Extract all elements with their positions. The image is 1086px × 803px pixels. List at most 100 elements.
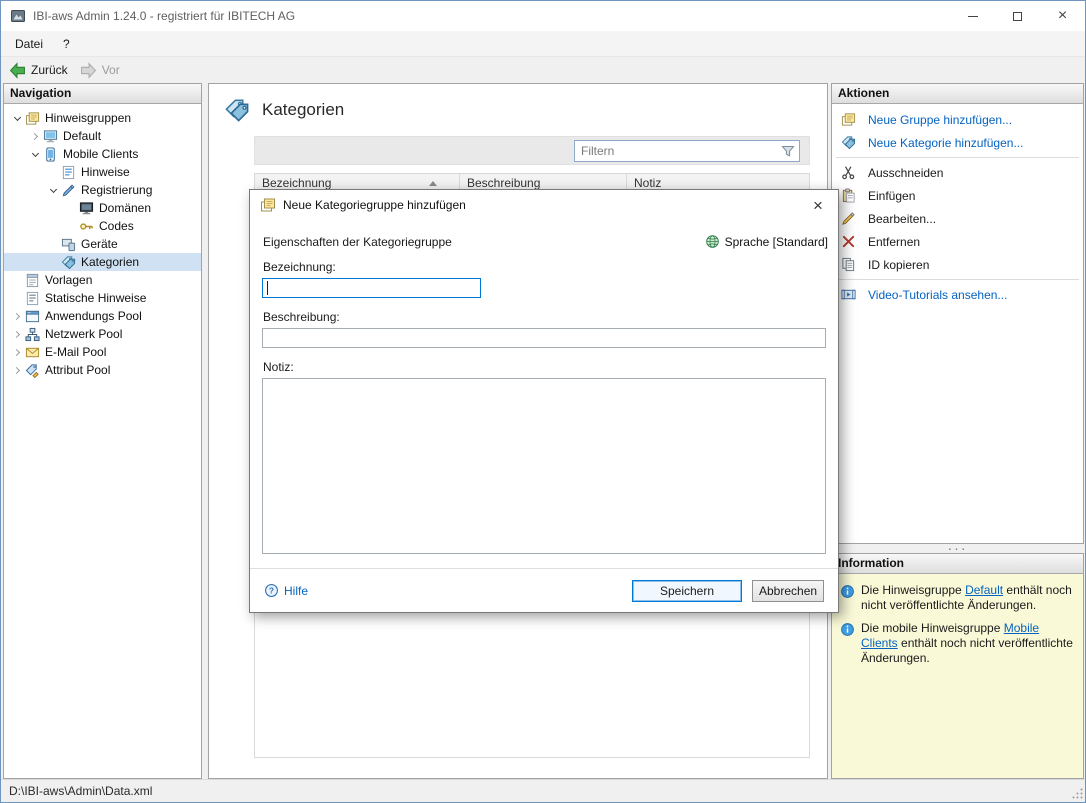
save-button[interactable]: Speichern: [632, 580, 742, 602]
info-item: Die Hinweisgruppe Default enthält noch n…: [836, 577, 1079, 615]
nav-item-label: Registrierung: [81, 183, 152, 197]
filter-input[interactable]: [575, 144, 780, 158]
bezeichnung-input[interactable]: [262, 278, 481, 298]
tree-expander[interactable]: [10, 325, 25, 343]
separator: [836, 279, 1079, 280]
nav-item-attribut-pool[interactable]: Attribut Pool: [4, 361, 201, 379]
nav-item-label: Domänen: [99, 201, 151, 215]
nav-item-default[interactable]: Default: [4, 127, 201, 145]
action-id-kopieren[interactable]: ID kopieren: [832, 253, 1083, 276]
action-label: Bearbeiten...: [868, 212, 936, 226]
information-panel-header: Information: [832, 554, 1083, 574]
language-selector[interactable]: Sprache [Standard]: [705, 234, 828, 249]
nav-item-hinweisgruppen[interactable]: Hinweisgruppen: [4, 109, 201, 127]
nav-item-mobile-clients[interactable]: Mobile Clients: [4, 145, 201, 163]
status-bar: D:\IBI-aws\Admin\Data.xml: [1, 779, 1085, 802]
pencil-icon: [841, 211, 856, 226]
nav-item-e-mail-pool[interactable]: E-Mail Pool: [4, 343, 201, 361]
nav-item-label: Mobile Clients: [63, 147, 138, 161]
nav-item-kategorien[interactable]: Kategorien: [4, 253, 201, 271]
window-title: IBI-aws Admin 1.24.0 - registriert für I…: [33, 9, 295, 23]
action-neue-gruppe-hinzufuegen[interactable]: Neue Gruppe hinzufügen...: [832, 108, 1083, 131]
nav-item-codes[interactable]: Codes: [4, 217, 201, 235]
information-list: Die Hinweisgruppe Default enthält noch n…: [832, 574, 1083, 671]
sort-ascending-icon: [429, 181, 437, 186]
video-icon: [841, 287, 856, 302]
forward-button[interactable]: Vor: [80, 62, 120, 79]
tree-expander[interactable]: [10, 361, 25, 379]
nav-item-statische-hinweise[interactable]: Statische Hinweise: [4, 289, 201, 307]
back-button[interactable]: Zurück: [9, 62, 68, 79]
tree-expander[interactable]: [28, 145, 43, 163]
nav-item-label: Attribut Pool: [45, 363, 110, 377]
globe-icon: [705, 234, 720, 249]
help-link[interactable]: ? Hilfe: [264, 583, 308, 598]
tree-expander[interactable]: [10, 343, 25, 361]
filter-funnel-icon[interactable]: [780, 143, 796, 159]
nav-item-domaenen[interactable]: Domänen: [4, 199, 201, 217]
panel-splitter[interactable]: ···: [831, 543, 1084, 553]
nav-item-hinweise[interactable]: Hinweise: [4, 163, 201, 181]
navigation-tree: Hinweisgruppen Default Mobile Clients Hinwe…: [4, 104, 201, 379]
nav-item-label: Hinweise: [81, 165, 130, 179]
app-icon[interactable]: [10, 8, 26, 24]
info-icon: [840, 584, 855, 599]
nav-item-vorlagen[interactable]: Vorlagen: [4, 271, 201, 289]
tree-expander[interactable]: [10, 109, 25, 127]
filter-toolbar: [254, 136, 810, 165]
back-button-label: Zurück: [31, 63, 68, 77]
action-einfuegen[interactable]: Einfügen: [832, 184, 1083, 207]
action-entfernen[interactable]: Entfernen: [832, 230, 1083, 253]
key-icon: [79, 219, 94, 234]
toolbar: Zurück Vor: [1, 56, 1085, 83]
minimize-icon[interactable]: [950, 1, 995, 31]
action-video-tutorials-ansehen[interactable]: Video-Tutorials ansehen...: [832, 283, 1083, 306]
cancel-button[interactable]: Abbrechen: [752, 580, 824, 602]
info-link-default[interactable]: Default: [965, 583, 1003, 597]
nav-item-label: Hinweisgruppen: [45, 111, 131, 125]
nav-item-netzwerk-pool[interactable]: Netzwerk Pool: [4, 325, 201, 343]
resize-grip-icon[interactable]: [1070, 786, 1084, 800]
nav-item-anwendungs-pool[interactable]: Anwendungs Pool: [4, 307, 201, 325]
dialog-close-icon[interactable]: ×: [806, 197, 830, 214]
tree-expander: [10, 289, 25, 307]
tree-expander[interactable]: [10, 307, 25, 325]
nav-item-geraete[interactable]: Geräte: [4, 235, 201, 253]
new-category-icon: [841, 135, 856, 150]
language-selector-label: Sprache [Standard]: [725, 235, 828, 249]
registration-icon: [61, 183, 76, 198]
action-label: Neue Gruppe hinzufügen...: [868, 113, 1012, 127]
info-item: Die mobile Hinweisgruppe Mobile Clients …: [836, 615, 1079, 668]
maximize-icon[interactable]: [995, 1, 1040, 31]
nav-item-registrierung[interactable]: Registrierung: [4, 181, 201, 199]
beschreibung-input[interactable]: [262, 328, 826, 348]
hint-list-icon: [61, 165, 76, 180]
nav-item-label: Netzwerk Pool: [45, 327, 122, 341]
nav-item-label: Kategorien: [81, 255, 139, 269]
right-column: Aktionen Neue Gruppe hinzufügen...Neue K…: [831, 83, 1084, 779]
forward-arrow-icon: [80, 62, 97, 79]
action-label: Video-Tutorials ansehen...: [868, 288, 1007, 302]
new-group-icon: [841, 112, 856, 127]
action-ausschneiden[interactable]: Ausschneiden: [832, 161, 1083, 184]
attribute-icon: [25, 363, 40, 378]
remove-icon: [841, 234, 856, 249]
page-title: Kategorien: [262, 100, 344, 120]
menu-item-help[interactable]: ?: [53, 34, 80, 54]
nav-item-label: Anwendungs Pool: [45, 309, 142, 323]
tree-expander: [46, 235, 61, 253]
info-icon: [840, 622, 855, 637]
tree-expander[interactable]: [28, 127, 43, 145]
action-label: Neue Kategorie hinzufügen...: [868, 136, 1023, 150]
tree-expander[interactable]: [46, 181, 61, 199]
monitor-icon: [43, 129, 58, 144]
close-icon[interactable]: ×: [1040, 1, 1085, 31]
notiz-textarea[interactable]: [262, 378, 826, 554]
info-text: Die Hinweisgruppe Default enthält noch n…: [861, 583, 1075, 613]
category-group-icon: [260, 197, 276, 213]
action-neue-kategorie-hinzufuegen[interactable]: Neue Kategorie hinzufügen...: [832, 131, 1083, 154]
title-bar: IBI-aws Admin 1.24.0 - registriert für I…: [1, 1, 1085, 31]
nav-item-label: Statische Hinweise: [45, 291, 146, 305]
action-bearbeiten[interactable]: Bearbeiten...: [832, 207, 1083, 230]
menu-item-datei[interactable]: Datei: [5, 34, 53, 54]
